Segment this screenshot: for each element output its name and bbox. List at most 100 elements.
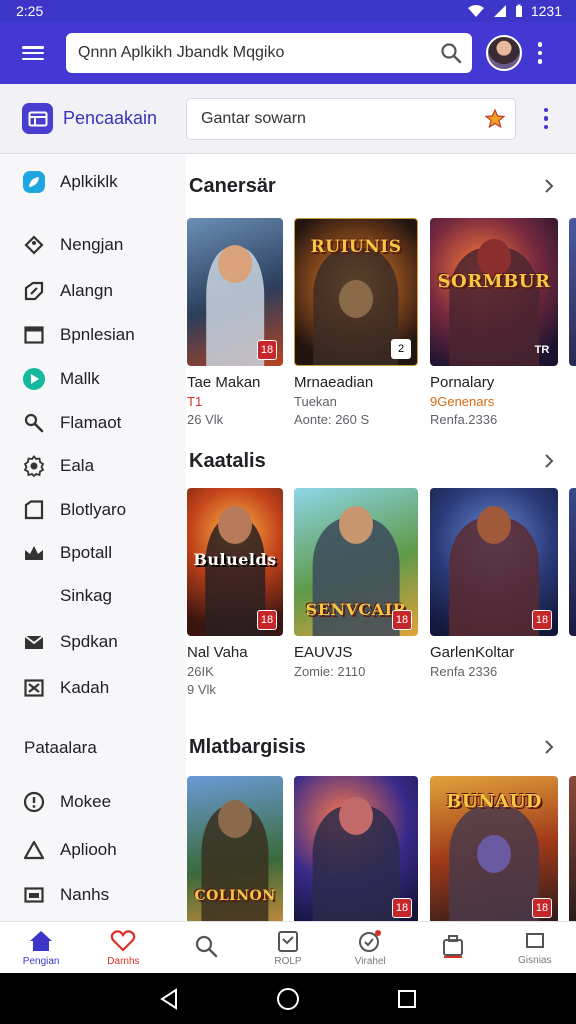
card-meta: Renfa.2336	[430, 412, 498, 427]
game-card[interactable]: 18 Tae Makan T1 26 Vlk	[187, 218, 283, 427]
main-content: Canersär 18 Tae Makan T1 26 Vlk RUIUNIS …	[186, 155, 576, 921]
window-icon	[22, 323, 46, 347]
chevron-right-icon[interactable]	[542, 740, 556, 754]
search-icon[interactable]	[440, 42, 462, 64]
card-subtitle: T1	[187, 394, 203, 409]
sidebar-item-blotlyaro[interactable]: Blotlyaro	[0, 491, 186, 529]
game-card[interactable]: RUIUNIS 2 Mrnaeadian Tuekan Aonte: 260 S	[294, 218, 418, 427]
nav-item-favorites[interactable]: Darnhs	[82, 922, 164, 973]
game-badge: 18	[532, 610, 552, 630]
game-card[interactable]: 18	[294, 776, 418, 921]
more-options-icon[interactable]	[522, 33, 558, 73]
sidebar-item-bpotall[interactable]: Bpotall	[0, 534, 186, 572]
game-logo-text: SORMBUR	[437, 271, 551, 293]
hamburger-icon	[22, 46, 44, 60]
briefcase-icon	[442, 935, 463, 958]
chevron-right-icon[interactable]	[542, 179, 556, 193]
sidebar-item-label: Spdkan	[60, 632, 118, 651]
nav-item-briefcase[interactable]	[411, 922, 493, 973]
sidebar-item-label: Blotlyaro	[60, 500, 127, 519]
app-bar	[0, 22, 576, 84]
sidebar-item-bpnlesian[interactable]: Bpnlesian	[0, 316, 186, 354]
sidebar-item-label: Bpnlesian	[60, 325, 135, 344]
sidebar-item-nanhs[interactable]: Nanhs	[0, 876, 186, 914]
card-meta: 26 Vlk	[187, 412, 224, 427]
leaf-icon	[22, 170, 46, 194]
next-card-peek[interactable]	[569, 488, 576, 636]
heart-icon	[111, 929, 136, 952]
card-title: Nal Vaha	[187, 644, 248, 661]
sub-brand-label: Pencaakain	[63, 108, 158, 128]
game-badge: 18	[392, 898, 412, 918]
sidebar: Aplkiklk Nengjan Alangn Bpnlesian Mallk …	[0, 155, 186, 921]
sidebar-item-mokee[interactable]: Mokee	[0, 783, 186, 821]
sub-more-options-icon[interactable]	[528, 99, 564, 139]
home-circle-icon[interactable]	[276, 987, 300, 1011]
tag-icon	[22, 233, 46, 257]
mail-icon	[22, 630, 46, 654]
next-card-peek[interactable]	[569, 776, 576, 921]
menu-button[interactable]	[0, 22, 66, 84]
status-clock: 1231	[530, 3, 562, 19]
game-card[interactable]: BUNAUD 18	[430, 776, 558, 921]
square-icon	[525, 932, 544, 948]
game-card[interactable]: SENVCAIR 18 EAUVJS Zomie: 2110	[294, 488, 418, 679]
back-icon[interactable]	[158, 987, 180, 1010]
game-logo-text: BUNAUD	[446, 790, 542, 812]
sidebar-item-label: Nengjan	[60, 235, 124, 254]
sub-brand[interactable]: Pencaakain	[0, 103, 186, 134]
chevron-right-icon[interactable]	[542, 454, 556, 468]
nav-item-calendar[interactable]: ROLP	[247, 922, 329, 973]
signal-icon	[493, 5, 506, 17]
sidebar-header-item[interactable]: Aplkiklk	[0, 163, 186, 201]
top-search-input[interactable]	[78, 44, 440, 62]
sub-search-input[interactable]	[201, 109, 485, 128]
game-thumbnail: 18	[187, 218, 283, 366]
status-bar: 2:25 1231	[0, 0, 576, 22]
nav-label: Gisnias	[518, 954, 552, 966]
card-meta: Aonte: 260 S	[294, 412, 370, 427]
sidebar-item-spdkan[interactable]: Spdkan	[0, 623, 186, 661]
nav-item-more[interactable]: Gisnias	[494, 922, 576, 973]
top-search-box	[66, 33, 472, 73]
card-title: Tae Makan	[187, 374, 261, 391]
search-icon	[195, 935, 217, 958]
info-icon	[22, 790, 46, 814]
app-logo-icon	[22, 103, 53, 134]
sidebar-item-apliooh[interactable]: Apliooh	[0, 831, 186, 869]
sidebar-item-flamaot[interactable]: Flamaot	[0, 404, 186, 442]
search-people-icon	[22, 411, 46, 435]
game-badge: TR	[534, 344, 550, 356]
nav-item-verified[interactable]: Virahel	[329, 922, 411, 973]
section-title: Canersär	[189, 175, 276, 197]
sidebar-item-nengjan[interactable]: Nengjan	[0, 226, 186, 264]
sidebar-item-label: Apliooh	[60, 840, 117, 859]
card-subtitle: 9Genenars	[430, 394, 495, 409]
game-thumbnail: SORMBUR TR	[430, 218, 558, 366]
recents-icon[interactable]	[396, 988, 418, 1010]
nav-item-home[interactable]: Pengian	[0, 922, 82, 973]
sidebar-item-label: Nanhs	[60, 885, 110, 904]
sidebar-item-kadah[interactable]: Kadah	[0, 669, 186, 707]
game-card[interactable]: Buluelds 18 Nal Vaha 26IK 9 Vlk	[187, 488, 283, 697]
game-card[interactable]: COLINON	[187, 776, 283, 921]
nav-item-search[interactable]	[165, 922, 247, 973]
card-title: EAUVJS	[294, 644, 353, 661]
sidebar-item-label: Kadah	[60, 678, 110, 697]
sidebar-item-sinkag[interactable]: Sinkag	[0, 577, 186, 615]
status-icons: 1231	[467, 3, 562, 19]
game-card[interactable]: SORMBUR TR Pornalary 9Genenars Renfa.233…	[430, 218, 558, 427]
star-icon[interactable]	[485, 108, 505, 129]
sidebar-item-alangn[interactable]: Alangn	[0, 272, 186, 310]
nav-label: Darnhs	[107, 955, 140, 967]
next-card-peek[interactable]	[569, 218, 576, 366]
game-card[interactable]: 18 GarlenKoltar Renfa 2336	[430, 488, 558, 679]
home-icon	[30, 930, 53, 951]
sidebar-section-heading: Pataalara	[24, 738, 97, 757]
puzzle-icon	[22, 279, 46, 303]
card-title: GarlenKoltar	[430, 644, 515, 661]
sidebar-item-eala[interactable]: Eala	[0, 447, 186, 485]
sidebar-item-mallk[interactable]: Mallk	[0, 360, 186, 398]
blank-icon	[22, 584, 46, 608]
user-avatar[interactable]	[486, 35, 522, 71]
